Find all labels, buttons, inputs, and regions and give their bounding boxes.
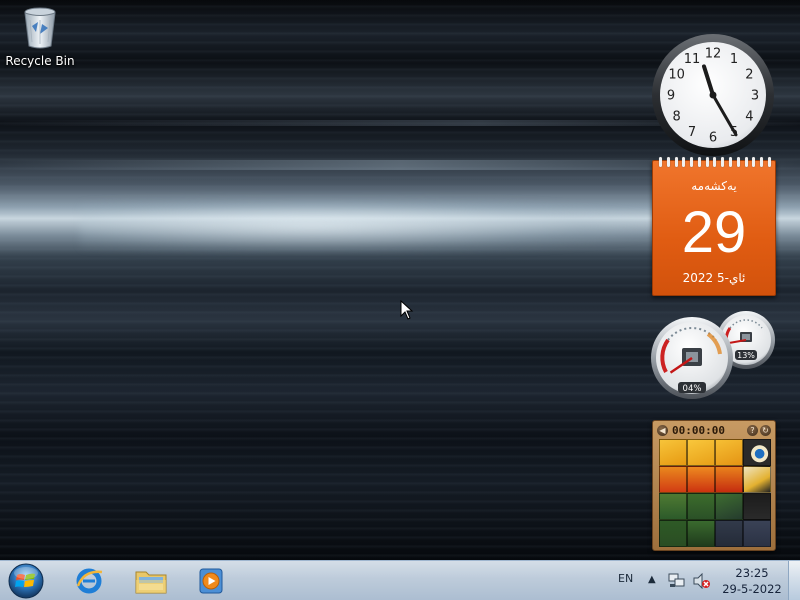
start-button[interactable] xyxy=(6,562,46,600)
calendar-month-year: ئاي-5 2022 xyxy=(682,271,746,285)
volume-muted-icon[interactable] xyxy=(693,572,711,593)
language-indicator[interactable]: EN xyxy=(618,572,633,585)
system-clock[interactable]: 23:25 29-5-2022 xyxy=(720,565,784,597)
show-hidden-icons-button[interactable]: ▲ xyxy=(648,574,656,585)
puzzle-tile[interactable] xyxy=(659,520,687,547)
clock-numeral: 2 xyxy=(745,68,753,83)
wallpaper-light-streak xyxy=(80,196,660,256)
recycle-bin-icon xyxy=(24,7,56,49)
puzzle-tile[interactable] xyxy=(687,493,715,520)
puzzle-tile[interactable] xyxy=(715,466,743,493)
puzzle-grid[interactable] xyxy=(659,439,771,547)
calendar-day: 29 xyxy=(681,200,747,265)
puzzle-timer: 00:00:00 xyxy=(672,423,725,437)
volume-icon-graphic xyxy=(693,572,710,590)
cpu-percent: 04% xyxy=(683,384,702,394)
puzzle-tile[interactable] xyxy=(743,439,771,466)
clock-numeral: 1 xyxy=(730,52,738,67)
puzzle-tile[interactable] xyxy=(715,520,743,547)
picture-puzzle-gadget[interactable]: ◀ 00:00:00 ? ↻ xyxy=(652,420,776,551)
puzzle-tile[interactable] xyxy=(659,466,687,493)
network-icon-graphic xyxy=(668,573,685,587)
clock-numeral: 12 xyxy=(705,47,722,62)
internet-explorer-icon xyxy=(76,568,103,594)
mouse-cursor-icon xyxy=(400,300,414,320)
cpu-meter-dials: 13% 04% xyxy=(651,311,775,399)
calendar-rings xyxy=(659,157,771,167)
puzzle-tile[interactable] xyxy=(743,520,771,547)
shuffle-icon[interactable]: ↻ xyxy=(760,424,771,436)
puzzle-tile[interactable] xyxy=(743,466,771,493)
clock-numeral: 9 xyxy=(667,89,675,104)
clock-numeral: 4 xyxy=(745,110,753,125)
desktop-icon-recycle-bin[interactable]: Recycle Bin xyxy=(4,6,76,76)
taskbar: EN ▲ 23:25 29-5-2022 xyxy=(0,560,800,600)
clock-gadget[interactable]: 121234567891011 xyxy=(650,32,776,158)
clock-numeral: 8 xyxy=(672,110,680,125)
cpu-meter-gadget[interactable]: 13% 04% xyxy=(650,310,776,402)
puzzle-tile[interactable] xyxy=(687,466,715,493)
desktop-icon-label: Recycle Bin xyxy=(5,54,75,68)
taskbar-app-internet-explorer[interactable] xyxy=(62,563,116,599)
calendar-weekday: یەکشەمە xyxy=(691,179,737,193)
analog-clock: 121234567891011 xyxy=(652,34,774,156)
network-icon[interactable] xyxy=(668,573,686,593)
help-icon[interactable]: ? xyxy=(747,424,758,436)
windows-start-orb-icon xyxy=(8,563,44,599)
taskbar-app-windows-explorer[interactable] xyxy=(124,563,178,599)
puzzle-tile[interactable] xyxy=(659,439,687,466)
cpu-dial: 04% xyxy=(651,317,733,399)
clock-numeral: 11 xyxy=(684,52,701,67)
back-arrow-icon[interactable]: ◀ xyxy=(657,424,668,436)
taskbar-app-windows-media-player[interactable] xyxy=(184,563,238,599)
puzzle-tile[interactable] xyxy=(687,520,715,547)
clock-numeral: 6 xyxy=(709,131,717,146)
clock-numeral: 7 xyxy=(688,125,696,140)
clock-numeral: 3 xyxy=(751,89,759,104)
show-desktop-button[interactable] xyxy=(788,561,800,600)
system-time: 23:25 xyxy=(735,566,769,580)
puzzle-tile[interactable] xyxy=(715,439,743,466)
memory-percent: 13% xyxy=(737,351,755,360)
puzzle-tile[interactable] xyxy=(687,439,715,466)
system-date: 29-5-2022 xyxy=(722,582,782,596)
media-player-icon xyxy=(199,568,223,594)
calendar-gadget[interactable]: یەکشەمە 29 ئاي-5 2022 xyxy=(652,157,776,296)
puzzle-tile[interactable] xyxy=(743,493,771,520)
folder-explorer-icon xyxy=(135,571,167,594)
clock-numeral: 10 xyxy=(668,68,685,83)
puzzle-tile[interactable] xyxy=(659,493,687,520)
puzzle-toolbar: ◀ 00:00:00 ? ↻ xyxy=(657,423,771,437)
puzzle-tile[interactable] xyxy=(715,493,743,520)
